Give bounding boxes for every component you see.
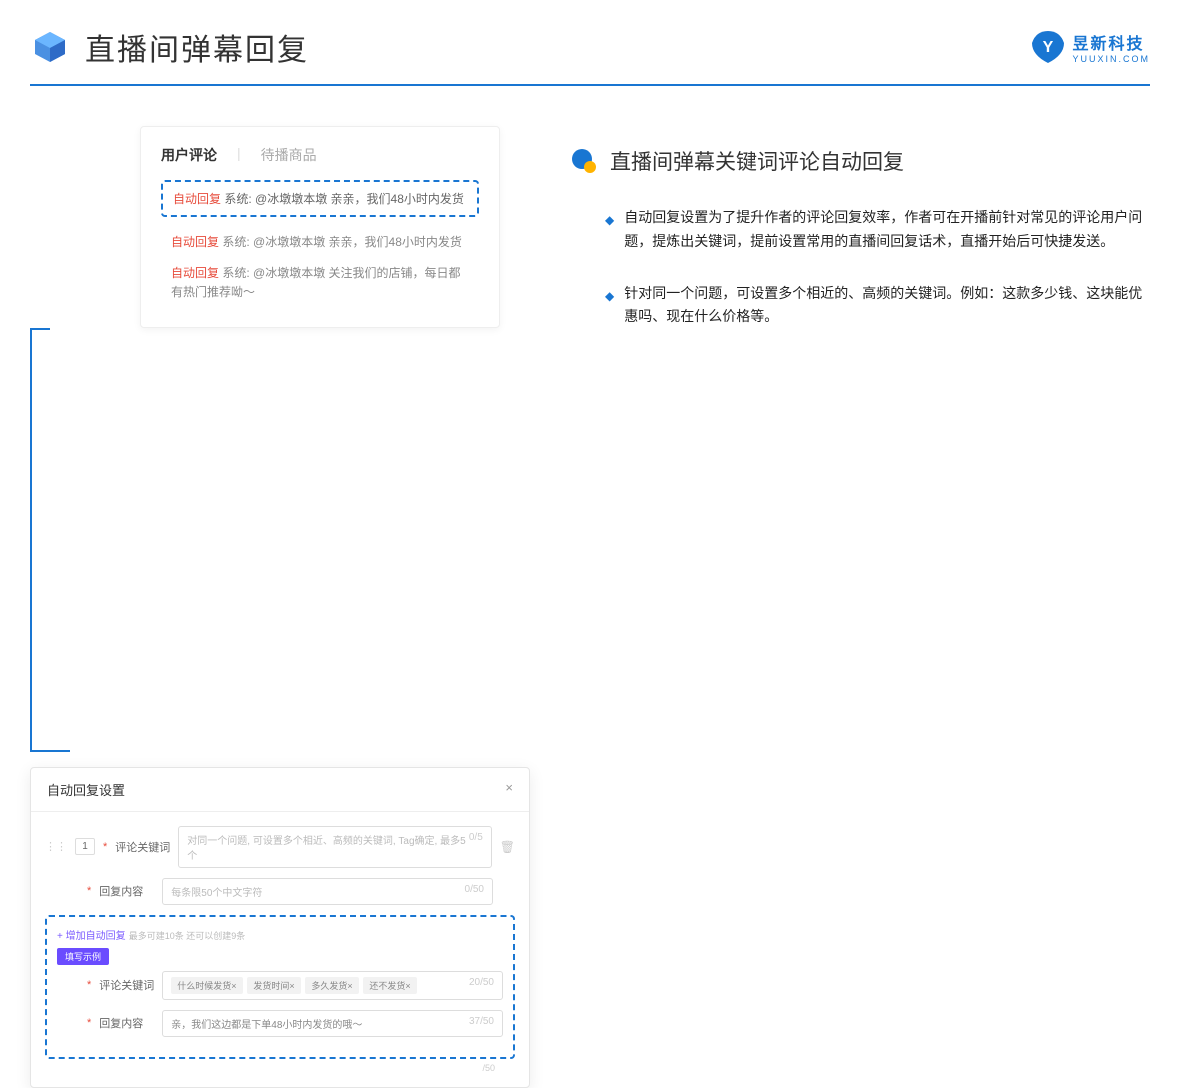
keyword-input[interactable]: 对同一个问题, 可设置多个相近、高频的关键词, Tag确定, 最多5个 0/5 <box>178 826 491 868</box>
tab-user-comments[interactable]: 用户评论 <box>161 145 217 165</box>
bullet-item: ◆ 自动回复设置为了提升作者的评论回复效率，作者可在开播前针对常见的评论用户问题… <box>605 206 1150 254</box>
diamond-icon: ◆ <box>605 210 614 254</box>
tab-pending-products[interactable]: 待播商品 <box>261 145 317 165</box>
close-icon[interactable]: × <box>505 780 513 799</box>
example-box: + 增加自动回复 最多可建10条 还可以创建9条 填写示例 * 评论关键词 什么… <box>45 915 515 1059</box>
auto-reply-tag: 自动回复 <box>173 192 221 206</box>
brand-name: 昱新科技 <box>1072 30 1150 54</box>
comment-row: 自动回复 系统: @冰墩墩本墩 亲亲，我们48小时内发货 <box>161 227 479 258</box>
chat-bubble-icon <box>570 147 598 175</box>
add-reply-link[interactable]: + 增加自动回复 <box>57 931 126 942</box>
keyword-tag[interactable]: 发货时间× <box>247 977 300 994</box>
trash-icon[interactable]: 🗑 <box>500 840 515 854</box>
keyword-tag[interactable]: 什么时候发货× <box>171 977 242 994</box>
example-badge: 填写示例 <box>57 948 109 965</box>
bullet-item: ◆ 针对同一个问题，可设置多个相近的、高频的关键词。例如：这款多少钱、这块能优惠… <box>605 282 1150 330</box>
connector-line <box>30 330 32 750</box>
settings-dialog: 自动回复设置 × ⋮⋮ 1 * 评论关键词 对同一个问题, 可设置多个相近、高频… <box>30 767 530 1088</box>
comment-box: 用户评论 | 待播商品 自动回复 系统: @冰墩墩本墩 亲亲，我们48小时内发货… <box>140 126 500 328</box>
cube-icon <box>30 27 70 67</box>
brand-icon: Y <box>1030 29 1066 65</box>
hint-text: 最多可建10条 还可以创建9条 <box>129 931 246 941</box>
brand-logo: Y 昱新科技 YUUXIN.COM <box>1030 29 1150 65</box>
connector-line <box>30 328 50 330</box>
description-panel: 直播间弹幕关键词评论自动回复 ◆ 自动回复设置为了提升作者的评论回复效率，作者可… <box>570 126 1150 1088</box>
keyword-tag[interactable]: 还不发货× <box>363 977 416 994</box>
content-input[interactable]: 每条限50个中文字符 0/50 <box>162 878 493 905</box>
content-label: 回复内容 <box>99 883 154 899</box>
brand-url: YUUXIN.COM <box>1072 54 1150 64</box>
row-number: 1 <box>75 838 95 855</box>
page-title: 直播间弹幕回复 <box>85 25 309 69</box>
page-header: 直播间弹幕回复 Y 昱新科技 YUUXIN.COM <box>0 0 1180 84</box>
diamond-icon: ◆ <box>605 286 614 330</box>
section-title: 直播间弹幕关键词评论自动回复 <box>610 146 904 176</box>
screenshot-panel: 用户评论 | 待播商品 自动回复 系统: @冰墩墩本墩 亲亲，我们48小时内发货… <box>30 126 530 1088</box>
connector-line <box>30 750 70 752</box>
keyword-label: 评论关键词 <box>115 839 170 855</box>
highlighted-comment: 自动回复 系统: @冰墩墩本墩 亲亲，我们48小时内发货 <box>161 180 479 217</box>
keyword-tag[interactable]: 多久发货× <box>305 977 358 994</box>
comment-text: 系统: @冰墩墩本墩 亲亲，我们48小时内发货 <box>224 192 464 206</box>
svg-text:Y: Y <box>1043 39 1054 56</box>
settings-title: 自动回复设置 <box>47 780 125 799</box>
comment-row: 自动回复 系统: @冰墩墩本墩 关注我们的店铺，每日都有热门推荐呦～ <box>161 258 479 308</box>
